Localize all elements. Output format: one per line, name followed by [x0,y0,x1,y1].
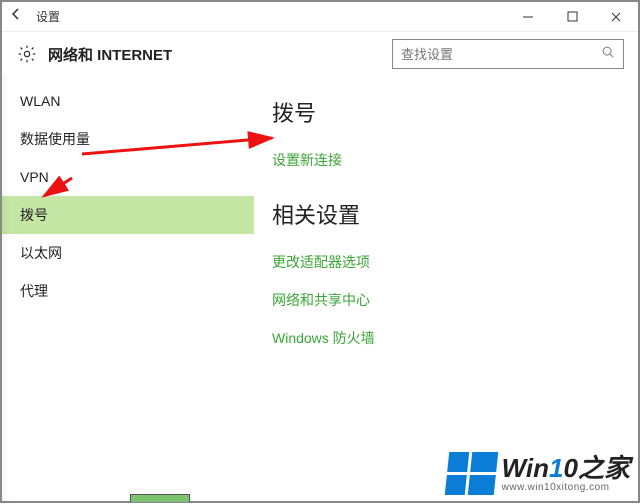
main-panel: 拨号 设置新连接 相关设置 更改适配器选项 网络和共享中心 Windows 防火… [254,76,638,501]
link-setup-new-connection[interactable]: 设置新连接 [272,150,620,170]
search-icon [601,45,615,64]
titlebar: 设置 [2,2,638,32]
bottom-edge-fragment [130,494,190,502]
watermark-tail: 之家 [578,453,630,483]
sidebar-item-label: 拨号 [20,205,48,225]
sidebar-item-dialup[interactable]: 拨号 [2,196,254,234]
sidebar-item-label: 以太网 [20,243,62,263]
gear-icon [16,43,38,65]
sidebar: WLAN 数据使用量 VPN 拨号 以太网 代理 [2,76,254,501]
sidebar-item-proxy[interactable]: 代理 [2,272,254,310]
sidebar-item-label: VPN [20,169,49,185]
close-button[interactable] [594,2,638,32]
back-button[interactable] [2,7,30,26]
link-windows-firewall[interactable]: Windows 防火墙 [272,328,620,348]
sidebar-item-label: WLAN [20,93,60,109]
sidebar-item-label: 数据使用量 [20,129,90,149]
windows-logo-icon [444,452,498,495]
edge-shadow [2,74,10,504]
page-title: 网络和 INTERNET [48,44,172,65]
watermark-zero: 0 [564,453,578,483]
sidebar-item-label: 代理 [20,281,48,301]
watermark-prefix: Win [502,453,549,483]
sidebar-item-datausage[interactable]: 数据使用量 [2,120,254,158]
search-input[interactable] [401,47,601,62]
watermark-accent: 1 [549,453,563,483]
watermark-text: Win10之家 www.win10xitong.com [502,455,630,493]
sidebar-item-vpn[interactable]: VPN [2,158,254,196]
search-box[interactable] [392,39,624,69]
watermark-url: www.win10xitong.com [502,483,630,493]
section-title-dialup: 拨号 [272,96,620,128]
watermark: Win10之家 www.win10xitong.com [447,452,630,495]
maximize-button[interactable] [550,2,594,32]
minimize-button[interactable] [506,2,550,32]
content-area: WLAN 数据使用量 VPN 拨号 以太网 代理 拨号 设置新连接 相关设置 更… [2,76,638,501]
sidebar-item-wlan[interactable]: WLAN [2,82,254,120]
page-header: 网络和 INTERNET [2,32,638,76]
section-title-related: 相关设置 [272,198,620,230]
sidebar-item-ethernet[interactable]: 以太网 [2,234,254,272]
link-change-adapter[interactable]: 更改适配器选项 [272,252,620,272]
window-title: 设置 [30,8,60,25]
link-network-sharing-center[interactable]: 网络和共享中心 [272,290,620,310]
